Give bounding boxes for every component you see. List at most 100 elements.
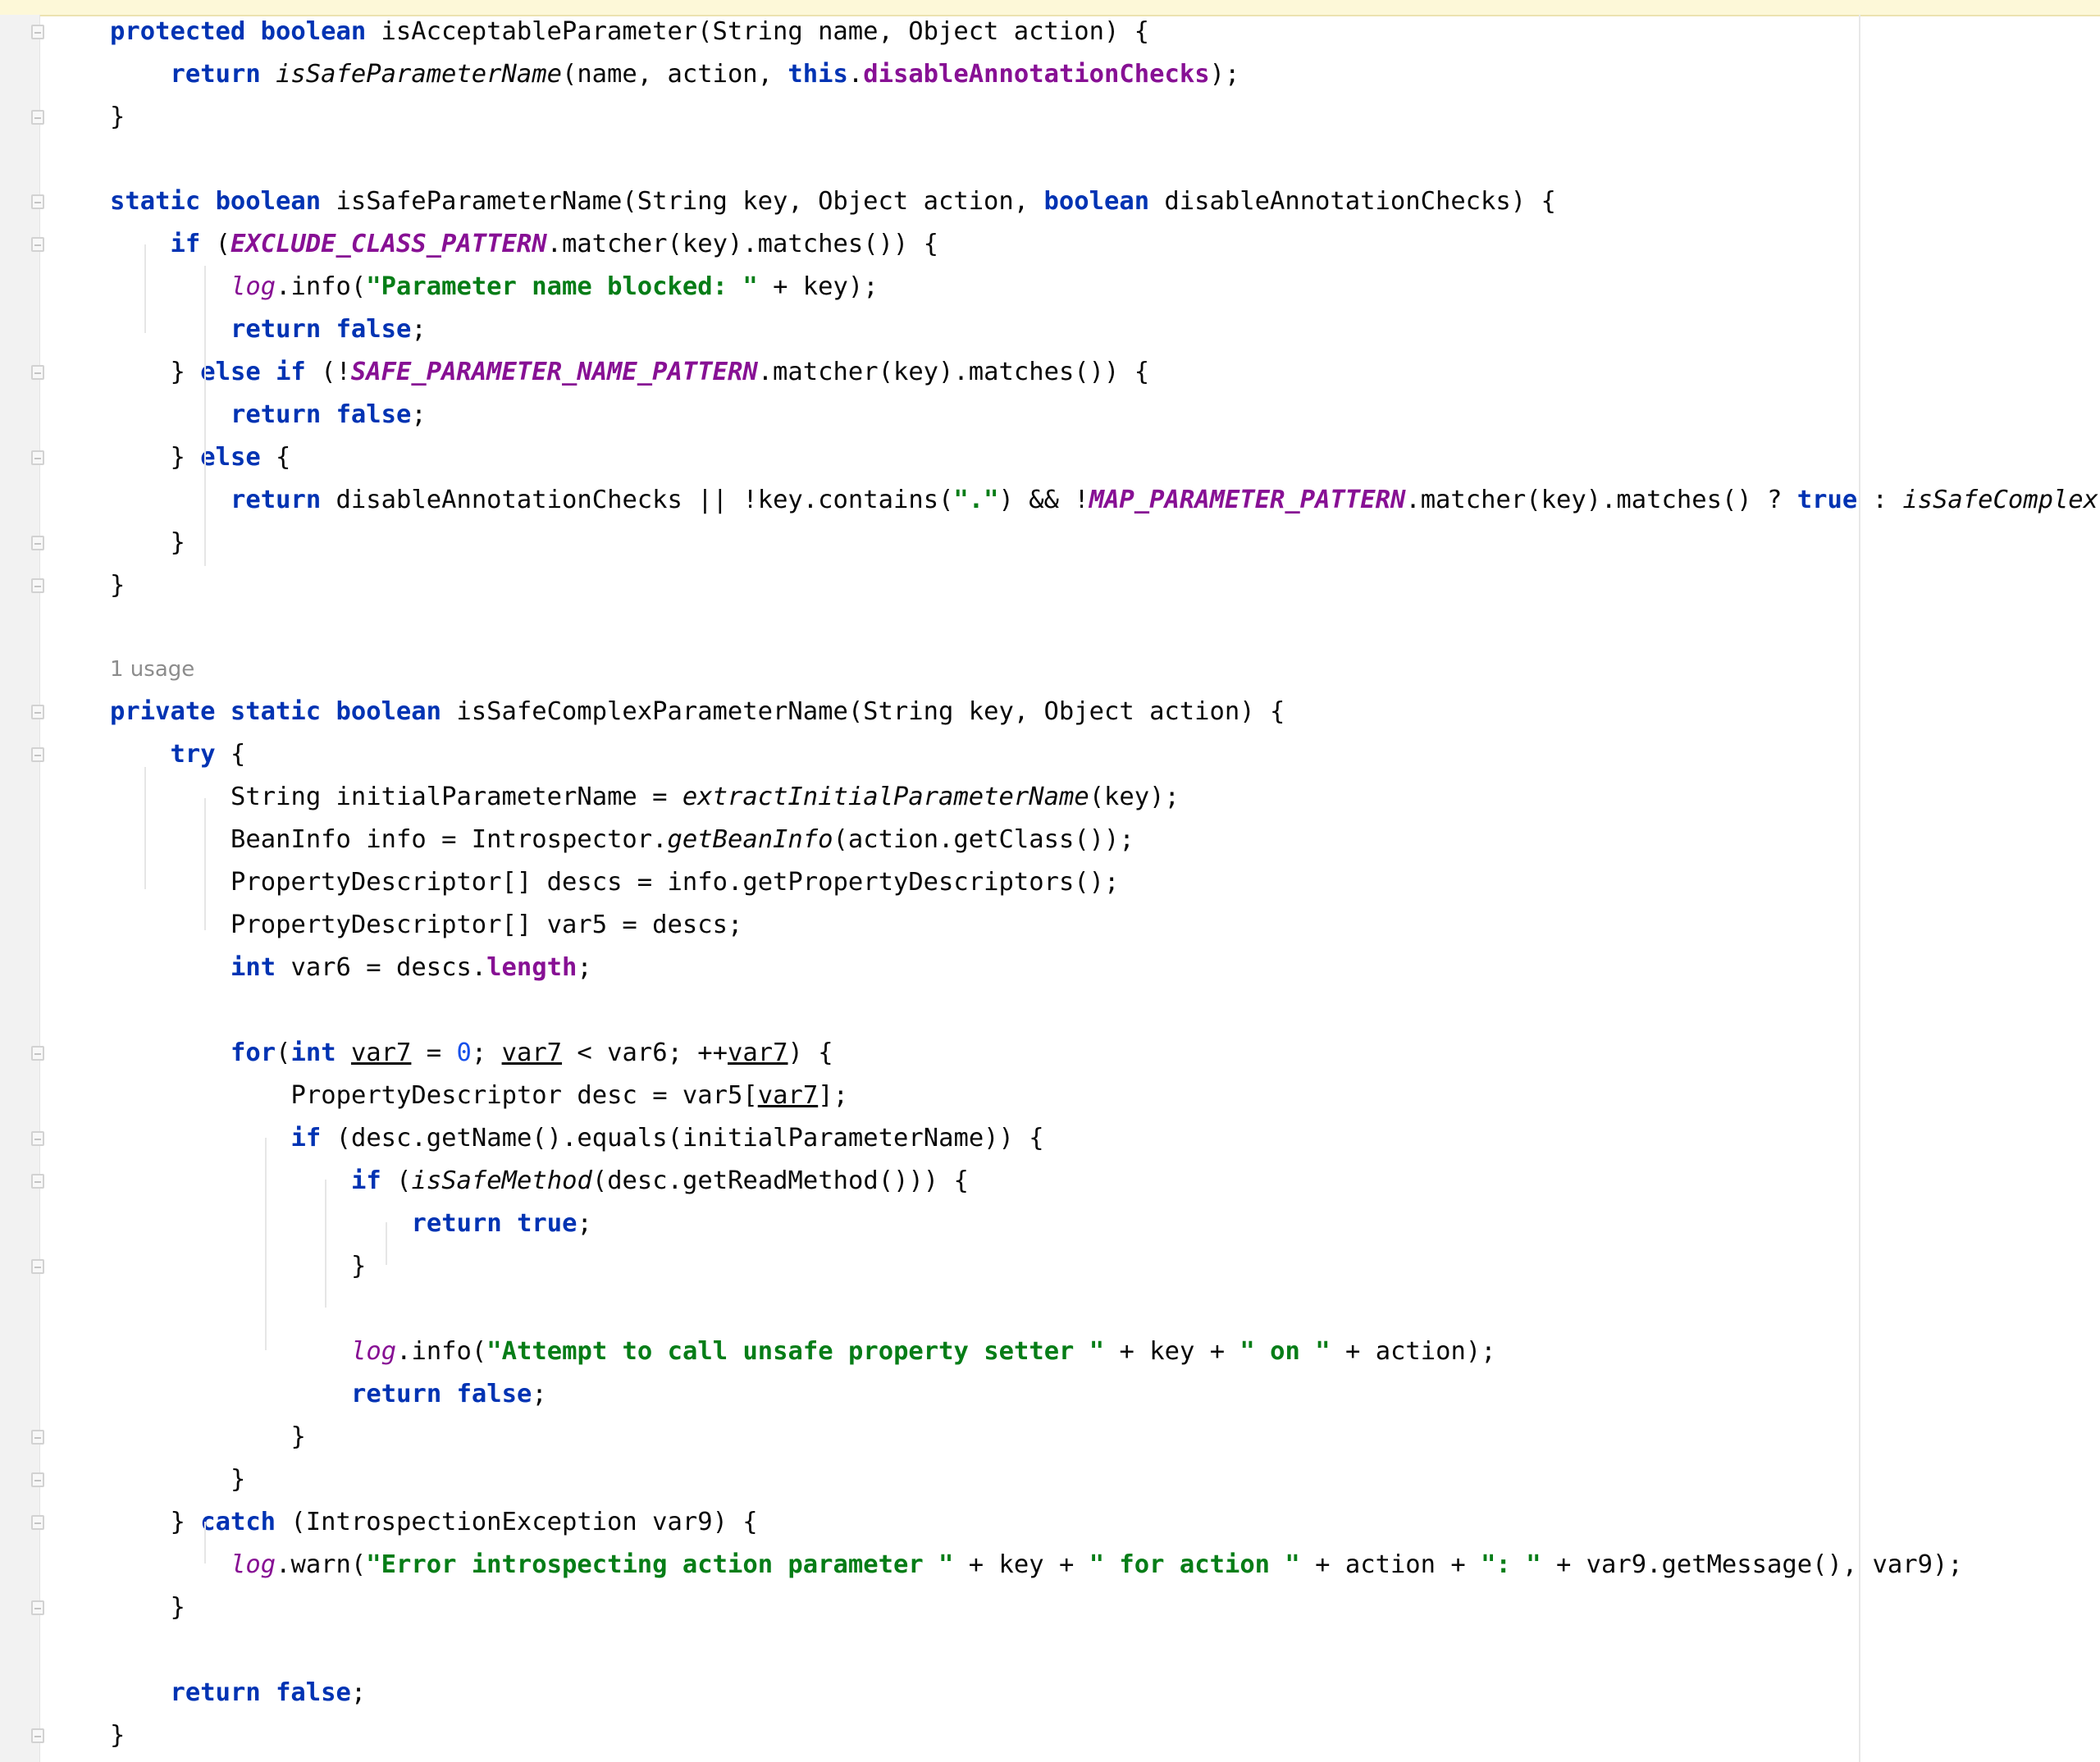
code-line[interactable]: } catch (IntrospectionException var9) {: [0, 1501, 2100, 1544]
fold-marker-icon[interactable]: [31, 1131, 44, 1146]
fold-marker-icon[interactable]: [31, 1174, 44, 1189]
code-line[interactable]: return isSafeParameterName(name, action,…: [0, 53, 2100, 96]
code-line[interactable]: return disableAnnotationChecks || !key.c…: [0, 479, 2100, 522]
code-token: ;: [532, 1380, 547, 1408]
code-line[interactable]: PropertyDescriptor[] var5 = descs;: [0, 904, 2100, 947]
code-token: "Error introspecting action parameter ": [366, 1550, 954, 1579]
fold-marker-icon[interactable]: [31, 1046, 44, 1061]
code-token: ;: [471, 1038, 502, 1067]
code-line[interactable]: }: [0, 1458, 2100, 1501]
code-token: }: [110, 571, 126, 600]
code-line[interactable]: }: [0, 96, 2100, 139]
code-line[interactable]: }: [0, 1416, 2100, 1458]
code-line[interactable]: for(int var7 = 0; var7 < var6; ++var7) {: [0, 1032, 2100, 1075]
fold-marker-icon[interactable]: [31, 237, 44, 252]
code-line[interactable]: } else if (!SAFE_PARAMETER_NAME_PATTERN.…: [0, 351, 2100, 394]
code-text: return false;: [351, 1373, 547, 1416]
code-token: getBeanInfo: [667, 825, 833, 854]
fold-marker-icon[interactable]: [31, 747, 44, 762]
fold-marker-icon[interactable]: [31, 110, 44, 125]
code-token: .info(: [276, 272, 367, 301]
code-line[interactable]: return false;: [0, 1672, 2100, 1714]
code-line[interactable]: log.info("Attempt to call unsafe propert…: [0, 1331, 2100, 1373]
code-line[interactable]: static boolean isSafeParameterName(Strin…: [0, 180, 2100, 223]
code-token: if: [276, 358, 306, 386]
fold-marker-icon[interactable]: [31, 194, 44, 209]
code-token: }: [170, 443, 201, 472]
indent-guide: [204, 798, 206, 930]
code-line[interactable]: }: [0, 1714, 2100, 1757]
fold-marker-icon[interactable]: [31, 1600, 44, 1615]
code-token: var7: [501, 1038, 563, 1067]
code-token: true: [1796, 486, 1858, 514]
code-token: ".": [953, 486, 999, 514]
code-line[interactable]: return false;: [0, 394, 2100, 436]
code-token: isSafeComplexParameterName(String key, O…: [441, 697, 1285, 726]
code-text: log.info("Parameter name blocked: " + ke…: [231, 266, 879, 308]
code-token: ) {: [788, 1038, 833, 1067]
fold-marker-icon[interactable]: [31, 1430, 44, 1445]
code-line[interactable]: try {: [0, 733, 2100, 776]
code-line[interactable]: return false;: [0, 1373, 2100, 1416]
code-token: var6 = descs.: [276, 953, 487, 982]
code-text: private static boolean isSafeComplexPara…: [110, 691, 1285, 733]
fold-marker-icon[interactable]: [31, 1472, 44, 1487]
code-line[interactable]: return false;: [0, 308, 2100, 351]
code-line[interactable]: private static boolean isSafeComplexPara…: [0, 691, 2100, 733]
code-line[interactable]: }: [0, 1245, 2100, 1288]
code-token: }: [170, 358, 201, 386]
code-line[interactable]: } else {: [0, 436, 2100, 479]
code-token: log: [351, 1337, 397, 1366]
code-line[interactable]: return true;: [0, 1203, 2100, 1245]
code-text: protected boolean isAcceptableParameter(…: [110, 11, 1149, 53]
code-token: boolean: [336, 697, 442, 726]
code-token: var7: [757, 1081, 819, 1110]
code-token: + key);: [757, 272, 879, 301]
code-line[interactable]: if (EXCLUDE_CLASS_PATTERN.matcher(key).m…: [0, 223, 2100, 266]
fold-marker-icon[interactable]: [31, 450, 44, 465]
code-token: static: [110, 187, 201, 216]
fold-marker-icon[interactable]: [31, 1728, 44, 1743]
code-line[interactable]: if (desc.getName().equals(initialParamet…: [0, 1117, 2100, 1160]
code-token: .warn(: [276, 1550, 367, 1579]
code-line[interactable]: log.info("Parameter name blocked: " + ke…: [0, 266, 2100, 308]
code-line[interactable]: log.warn("Error introspecting action par…: [0, 1544, 2100, 1586]
code-text: } catch (IntrospectionException var9) {: [171, 1501, 758, 1544]
code-line[interactable]: int var6 = descs.length;: [0, 947, 2100, 989]
code-token: length: [486, 953, 578, 982]
code-token: disableAnnotationChecks || !key.contains…: [321, 486, 954, 514]
code-line[interactable]: protected boolean isAcceptableParameter(…: [0, 11, 2100, 53]
code-text: }: [171, 522, 185, 564]
code-token: (desc.getName().equals(initialParameterN…: [321, 1124, 1044, 1153]
fold-marker-icon[interactable]: [31, 25, 44, 39]
code-token: (key);: [1089, 783, 1180, 811]
fold-marker-icon[interactable]: [31, 1515, 44, 1530]
code-token: + action +: [1299, 1550, 1481, 1579]
usage-hint[interactable]: 1 usage: [110, 648, 194, 691]
code-token: "Attempt to call unsafe property setter …: [486, 1337, 1105, 1366]
code-text: static boolean isSafeParameterName(Strin…: [110, 180, 1556, 223]
fold-marker-icon[interactable]: [31, 705, 44, 719]
fold-marker-icon[interactable]: [31, 536, 44, 550]
code-line[interactable]: if (isSafeMethod(desc.getReadMethod())) …: [0, 1160, 2100, 1203]
code-line[interactable]: PropertyDescriptor[] descs = info.getPro…: [0, 861, 2100, 904]
code-line[interactable]: String initialParameterName = extractIni…: [0, 776, 2100, 819]
code-token: isSafeParameterName: [276, 60, 562, 89]
code-text: try {: [171, 733, 246, 776]
code-text: log.info("Attempt to call unsafe propert…: [351, 1331, 1496, 1373]
fold-marker-icon[interactable]: [31, 1259, 44, 1274]
code-line[interactable]: BeanInfo info = Introspector.getBeanInfo…: [0, 819, 2100, 861]
code-line[interactable]: PropertyDescriptor desc = var5[var7];: [0, 1075, 2100, 1117]
code-line[interactable]: }: [0, 564, 2100, 607]
code-line[interactable]: }: [0, 522, 2100, 564]
code-token: }: [231, 1465, 246, 1494]
fold-marker-icon[interactable]: [31, 365, 44, 380]
code-editor[interactable]: 1 usage protected boolean isAcceptablePa…: [0, 0, 2100, 1762]
code-line[interactable]: }: [0, 1586, 2100, 1629]
code-token: this: [788, 60, 848, 89]
code-token: return: [231, 486, 322, 514]
fold-marker-icon[interactable]: [31, 578, 44, 593]
code-token: isSafeMethod: [411, 1166, 592, 1195]
